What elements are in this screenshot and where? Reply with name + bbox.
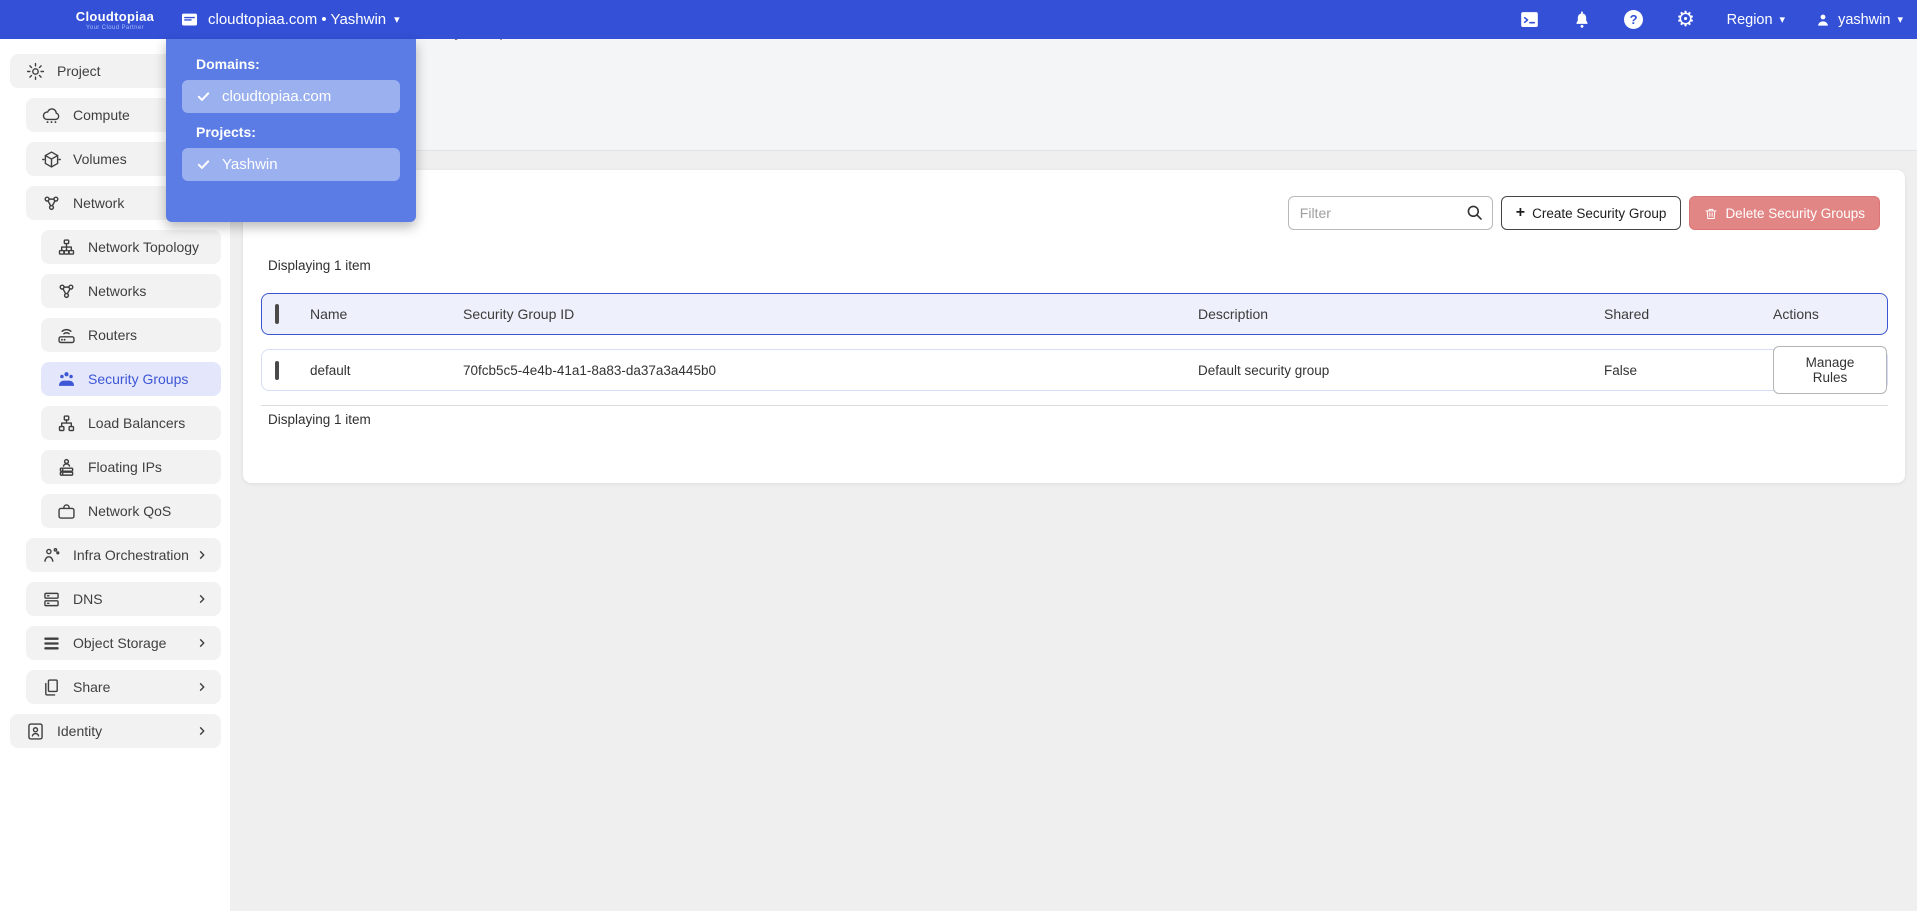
delete-security-groups-button[interactable]: Delete Security Groups (1689, 196, 1880, 230)
cloud-icon (40, 104, 62, 126)
user-icon (1815, 12, 1831, 28)
plus-icon: + (1515, 204, 1526, 221)
orchestration-icon (40, 544, 62, 566)
cell-description: Default security group (1198, 362, 1330, 378)
projects-label: Projects: (196, 124, 256, 140)
check-icon (196, 89, 211, 104)
dns-icon (40, 588, 62, 610)
search-icon[interactable] (1465, 203, 1484, 222)
load-balancer-icon (55, 412, 77, 434)
networks-icon (55, 280, 77, 302)
select-all-checkbox[interactable] (275, 304, 279, 324)
sidebar-item-floating-ips[interactable]: Floating IPs (41, 450, 221, 484)
identity-icon (24, 720, 46, 742)
column-header-description[interactable]: Description (1198, 306, 1604, 322)
item-count-bottom: Displaying 1 item (268, 412, 371, 427)
page-header (230, 39, 1917, 151)
chevron-right-icon (195, 592, 209, 606)
cell-name: default (310, 362, 351, 378)
brand-name: Cloudtopiaa (75, 8, 155, 24)
item-count-top: Displaying 1 item (268, 258, 371, 273)
cell-security-group-id: 70fcb5c5-4e4b-41a1-8a83-da37a3a445b0 (463, 362, 716, 378)
column-header-name[interactable]: Name (310, 306, 463, 322)
sidebar-item-network-topology[interactable]: Network Topology (41, 230, 221, 264)
column-header-id[interactable]: Security Group ID (463, 306, 1198, 322)
filter-input[interactable] (1287, 196, 1493, 230)
gear-icon[interactable]: ⚙ (1675, 9, 1697, 31)
column-header-shared[interactable]: Shared (1604, 306, 1773, 322)
security-groups-icon (55, 368, 77, 390)
table-footer-divider (261, 405, 1888, 406)
help-icon[interactable]: ? (1623, 9, 1645, 31)
column-header-actions: Actions (1773, 306, 1819, 322)
security-groups-panel: + Create Security Group Delete Security … (243, 170, 1905, 483)
table-header-row: Name Security Group ID Description Share… (261, 293, 1888, 335)
object-storage-icon (40, 632, 62, 654)
dropdown-item-domain[interactable]: cloudtopiaa.com (182, 80, 400, 113)
chevron-right-icon (195, 548, 209, 562)
top-navbar: Cloudtopiaa Your Cloud Partner cloudtopi… (0, 0, 1917, 39)
bell-icon[interactable] (1571, 9, 1593, 31)
sidebar-item-network-qos[interactable]: Network QoS (41, 494, 221, 528)
sidebar-item-infra-orchestration[interactable]: Infra Orchestration (26, 538, 221, 572)
table-toolbar: + Create Security Group Delete Security … (1287, 196, 1880, 230)
sidebar-item-object-storage[interactable]: Object Storage (26, 626, 221, 660)
check-icon (196, 157, 211, 172)
region-selector[interactable]: Region ▾ (1727, 12, 1785, 28)
filter-field (1287, 196, 1493, 230)
chevron-down-icon: ▾ (394, 14, 400, 26)
chevron-right-icon (195, 680, 209, 694)
table-row: default 70fcb5c5-4e4b-41a1-8a83-da37a3a4… (261, 346, 1888, 394)
create-security-group-button[interactable]: + Create Security Group (1500, 196, 1682, 230)
gear-icon (24, 60, 46, 82)
sidebar-item-dns[interactable]: DNS (26, 582, 221, 616)
row-checkbox[interactable] (275, 360, 279, 380)
sidebar-item-share[interactable]: Share (26, 670, 221, 704)
dropdown-item-project[interactable]: Yashwin (182, 148, 400, 181)
sidebar-item-identity[interactable]: Identity (10, 714, 221, 748)
domain-project-switcher[interactable]: cloudtopiaa.com • Yashwin ▾ (178, 0, 400, 39)
topology-icon (55, 236, 77, 258)
network-icon (40, 192, 62, 214)
switcher-label: cloudtopiaa.com • Yashwin (208, 11, 387, 28)
share-icon (40, 676, 62, 698)
domain-project-dropdown: Domains: cloudtopiaa.com Projects: Yashw… (166, 39, 416, 222)
window-list-icon (178, 9, 200, 31)
chevron-down-icon: ▾ (1897, 14, 1903, 26)
router-icon (55, 324, 77, 346)
cube-icon (40, 148, 62, 170)
chevron-down-icon: ▾ (1779, 14, 1786, 26)
domains-label: Domains: (196, 56, 260, 72)
sidebar-item-networks[interactable]: Networks (41, 274, 221, 308)
floating-ip-icon (55, 456, 77, 478)
sidebar-item-load-balancers[interactable]: Load Balancers (41, 406, 221, 440)
cell-shared: False (1604, 362, 1638, 378)
console-icon[interactable] (1519, 9, 1541, 31)
trash-icon (1704, 206, 1718, 221)
sidebar-item-security-groups[interactable]: Security Groups (41, 362, 221, 396)
sidebar-item-routers[interactable]: Routers (41, 318, 221, 352)
chevron-right-icon (195, 636, 209, 650)
qos-icon (55, 500, 77, 522)
manage-rules-button[interactable]: Manage Rules (1773, 346, 1887, 394)
chevron-right-icon (195, 724, 209, 738)
brand-tagline: Your Cloud Partner (85, 24, 144, 31)
user-menu[interactable]: yashwin ▾ (1815, 12, 1903, 28)
